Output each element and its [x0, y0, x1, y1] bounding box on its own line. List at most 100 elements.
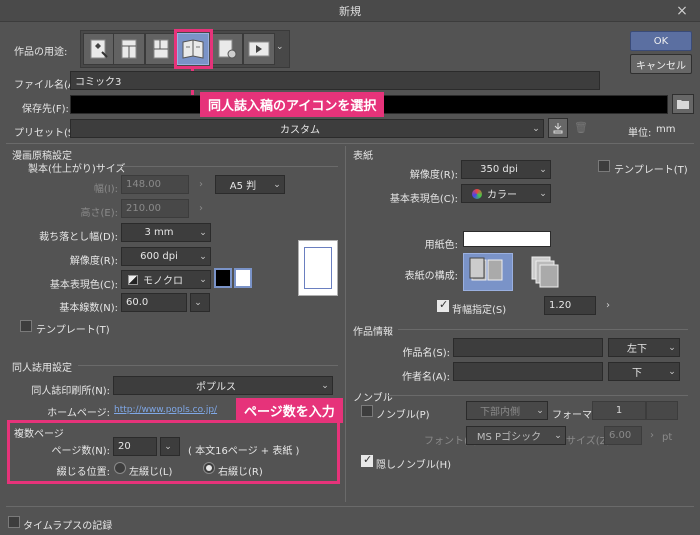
top-divider [6, 143, 694, 144]
draw-color-black[interactable] [214, 268, 232, 288]
chevron-down-icon: ⌄ [668, 342, 676, 353]
color-label: 基本表現色(C): [49, 280, 118, 291]
nombre-size-arrow[interactable]: › [650, 430, 654, 441]
work-title-pos-select[interactable]: 左下 ⌄ [608, 338, 680, 357]
delete-preset-icon[interactable]: 🗑 [574, 121, 588, 135]
height-arrow[interactable]: › [199, 203, 203, 214]
file-name-input[interactable]: コミック3 [70, 71, 600, 90]
nombre-format-value: 1 [615, 405, 623, 416]
cover-structure-label: 表紙の構成: [404, 271, 458, 282]
comic-settings-icon[interactable] [211, 33, 243, 65]
spine-label: 背幅指定(S) [452, 305, 507, 316]
bleed-value: 3 mm [144, 227, 174, 238]
comic-icon[interactable] [145, 33, 177, 65]
binding-right-radio[interactable] [203, 462, 215, 474]
nombre-position-select[interactable]: 下部内側 ⌄ [466, 401, 548, 420]
webtoon-icon[interactable] [113, 33, 145, 65]
bleed-label: 裁ち落とし幅(D): [39, 232, 118, 243]
chevron-down-icon: ⌄ [199, 227, 207, 238]
binding-left-radio[interactable] [114, 462, 126, 474]
nombre-format-input[interactable]: 1 [592, 401, 646, 420]
nombre-header: ノンブル [353, 393, 393, 404]
ok-button[interactable]: OK [630, 31, 692, 51]
hidden-nombre-checkbox[interactable] [361, 453, 373, 467]
template-checkbox[interactable] [20, 320, 32, 332]
width-input[interactable]: 148.00 [121, 175, 189, 194]
unit-value: mm [656, 124, 676, 135]
lines-input[interactable]: 60.0 [121, 293, 187, 312]
usage-more-chevron-icon[interactable]: ⌄ [276, 42, 284, 52]
size-header: 製本(仕上がり)サイズ [28, 164, 126, 175]
nombre-line [386, 395, 688, 396]
cancel-button[interactable]: キャンセル [630, 54, 692, 74]
timelapse-label: タイムラプスの記録 [23, 521, 113, 532]
doujin-line [78, 365, 338, 366]
chevron-down-icon: ⌄ [199, 274, 207, 285]
lines-dropdown[interactable]: ⌄ [190, 293, 210, 312]
work-title-pos-value: 左下 [627, 344, 647, 355]
timelapse-checkbox[interactable] [8, 516, 20, 528]
author-input[interactable] [453, 362, 603, 381]
color-select[interactable]: モノクロ ⌄ [121, 270, 211, 289]
binding-label: 綴じる位置: [56, 467, 110, 478]
animation-icon[interactable] [243, 33, 275, 65]
paper-color-swatch[interactable] [463, 231, 551, 247]
cover-structure-front-icon[interactable] [463, 253, 513, 291]
chevron-down-icon: ⌄ [539, 188, 547, 199]
chevron-down-icon: ⌄ [668, 366, 676, 377]
work-info-header: 作品情報 [353, 327, 393, 338]
lines-label: 基本線数(N): [59, 303, 118, 314]
resolution-select[interactable]: 600 dpi ⌄ [121, 247, 211, 266]
cover-structure-full-icon[interactable] [518, 253, 568, 291]
height-input[interactable]: 210.00 [121, 199, 189, 218]
cover-color-select[interactable]: カラー ⌄ [461, 184, 551, 203]
cover-header: 表紙 [353, 151, 373, 162]
pages-dropdown[interactable]: ⌄ [160, 437, 180, 456]
height-label: 高さ(E): [80, 208, 119, 219]
paper-color-label: 用紙色: [424, 240, 458, 251]
cover-resolution-select[interactable]: 350 dpi ⌄ [461, 160, 551, 179]
homepage-link[interactable]: http://www.popls.co.jp/ [114, 405, 217, 415]
bleed-select[interactable]: 3 mm ⌄ [121, 223, 211, 242]
close-icon[interactable]: × [674, 3, 690, 19]
printer-select[interactable]: ポプルス ⌄ [113, 376, 333, 395]
chevron-down-icon: ⌄ [532, 123, 540, 134]
title-bar: 新規 [0, 0, 700, 22]
work-title-input[interactable] [453, 338, 603, 357]
spine-arrow[interactable]: › [606, 300, 610, 311]
chevron-down-icon: ⌄ [554, 430, 562, 441]
homepage-label: ホームページ: [47, 408, 110, 419]
save-preset-icon[interactable] [548, 118, 568, 138]
chevron-down-icon: ⌄ [321, 380, 329, 391]
illustration-icon[interactable] [83, 33, 115, 65]
nombre-checkbox[interactable] [361, 405, 373, 417]
preset-select[interactable]: カスタム ⌄ [70, 119, 544, 138]
multi-pages-header: 複数ページ [14, 429, 64, 440]
hidden-nombre-label: 隠しノンブル(H) [376, 460, 452, 471]
pages-input[interactable]: 20 [113, 437, 157, 456]
mono-icon [128, 274, 138, 285]
cover-color-label: 基本表現色(C): [389, 194, 458, 205]
draw-color-white[interactable] [234, 268, 252, 288]
nombre-format-extra[interactable] [646, 401, 678, 420]
folder-icon[interactable] [672, 94, 694, 114]
callout-select-doujin: 同人誌入稿のアイコンを選択 [200, 92, 385, 117]
author-label: 作者名(A): [401, 372, 450, 383]
doujin-header: 同人誌用設定 [12, 363, 72, 374]
spine-checkbox[interactable] [437, 298, 449, 312]
spine-input[interactable]: 1.20 [544, 296, 596, 315]
cover-template-label: テンプレート(T) [614, 165, 688, 176]
size-preset-select[interactable]: A5 判 ⌄ [215, 175, 285, 194]
size-header-line [120, 166, 338, 167]
width-preset-arrow[interactable]: › [199, 179, 203, 190]
cover-template-checkbox[interactable] [598, 160, 610, 172]
nombre-font-select[interactable]: MS Pゴシック ⌄ [466, 426, 566, 445]
nombre-size-input[interactable]: 6.00 [604, 426, 642, 445]
chevron-down-icon: ⌄ [194, 297, 202, 308]
work-info-line [398, 329, 688, 330]
template-label: テンプレート(T) [36, 325, 110, 336]
resolution-value: 600 dpi [140, 251, 178, 262]
cover-resolution-value: 350 dpi [480, 164, 518, 175]
author-pos-select[interactable]: 下 ⌄ [608, 362, 680, 381]
binding-right-label: 右綴じ(R) [218, 467, 263, 478]
